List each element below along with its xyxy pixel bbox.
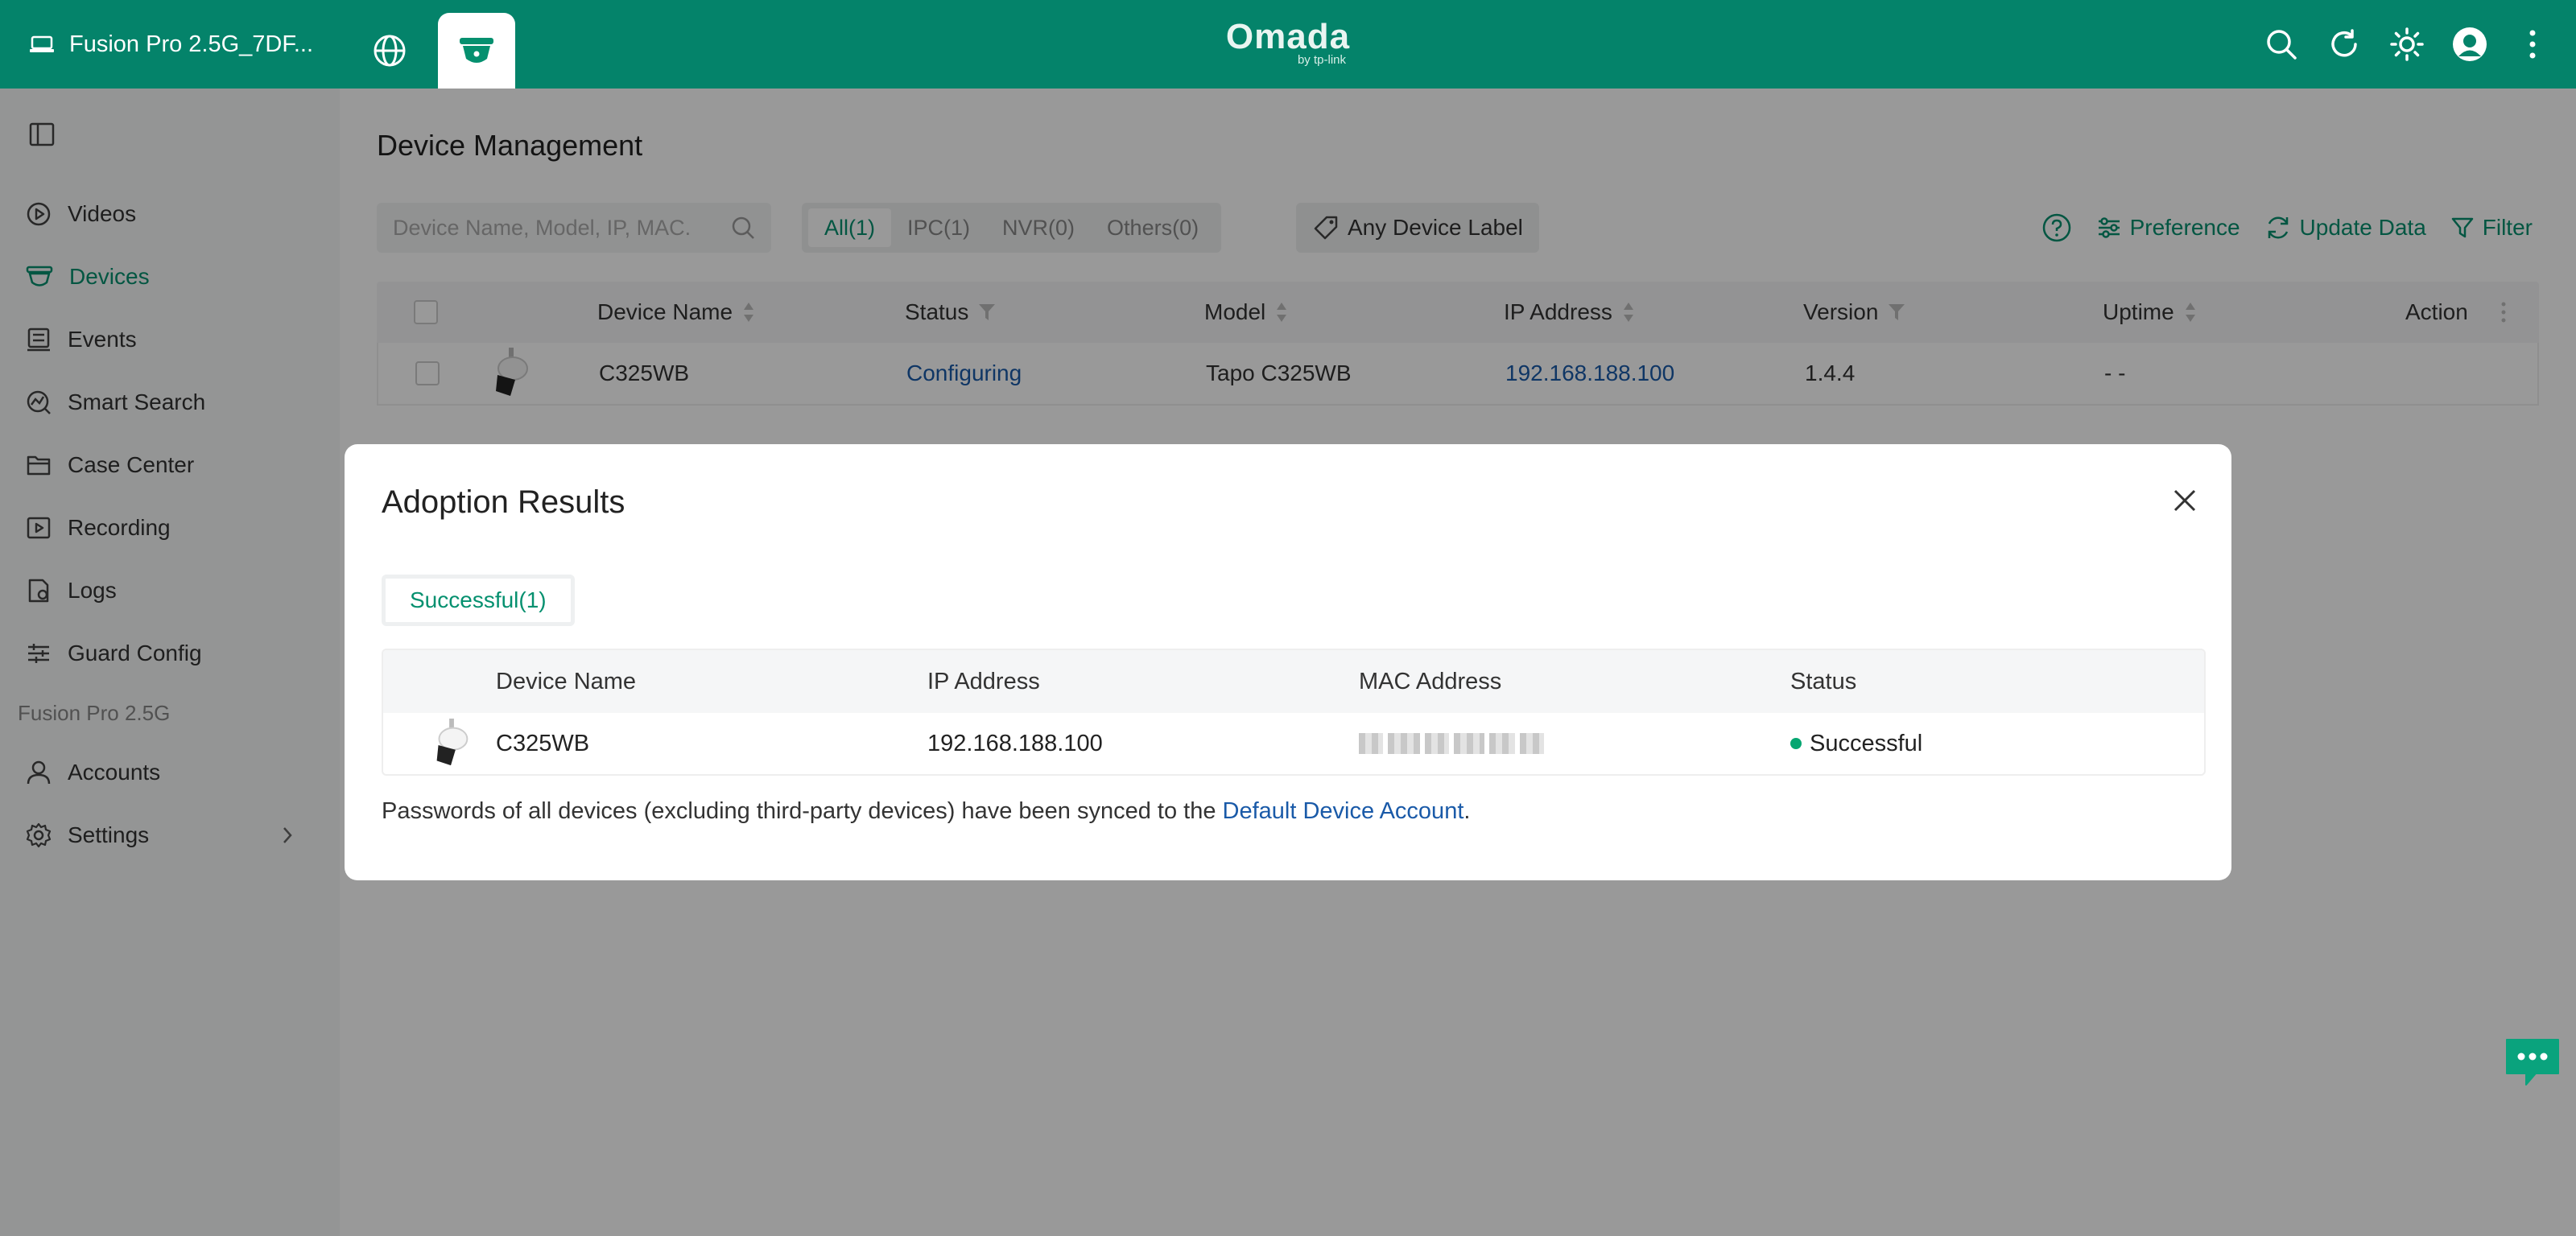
avatar-icon — [2453, 27, 2487, 61]
chat-support-button[interactable] — [2504, 1036, 2562, 1088]
search-icon — [2267, 30, 2297, 60]
logo-byline: by tp-link — [1297, 53, 1346, 67]
globe-icon — [374, 35, 406, 67]
more-menu-button[interactable] — [2515, 27, 2550, 62]
user-avatar[interactable] — [2452, 27, 2487, 62]
column-header: MAC Address — [1359, 668, 1502, 694]
tab-successful[interactable]: Successful(1) — [382, 575, 575, 626]
search-button[interactable] — [2264, 27, 2299, 62]
status-text: Successful — [1810, 730, 1923, 756]
camera-device-icon — [436, 719, 469, 766]
table-row: C325WB 192.168.188.100 Successful — [383, 713, 2204, 774]
top-bar: Fusion Pro 2.5G_7DF... Omada by tp-link — [0, 0, 2576, 89]
omada-logo: Omada by tp-link — [1224, 18, 1352, 69]
site-name: Fusion Pro 2.5G_7DF... — [69, 31, 314, 57]
device-thumbnail — [431, 713, 472, 774]
header-actions — [2264, 0, 2550, 89]
theme-toggle[interactable] — [2389, 27, 2425, 62]
theme-sun-icon — [2390, 27, 2424, 61]
result-ip-address: 192.168.188.100 — [927, 730, 1103, 756]
result-device-name: C325WB — [496, 730, 590, 756]
more-vertical-icon — [2529, 30, 2536, 59]
result-status: Successful — [1790, 713, 1922, 774]
tab-network[interactable] — [351, 13, 428, 89]
refresh-button[interactable] — [2326, 27, 2362, 62]
close-icon — [2174, 489, 2196, 512]
chat-bubble-icon — [2506, 1039, 2559, 1086]
adoption-results-table: Device Name IP Address MAC Address Statu… — [382, 649, 2206, 776]
results-table-header: Device Name IP Address MAC Address Statu… — [383, 650, 2204, 713]
site-switcher[interactable]: Fusion Pro 2.5G_7DF... — [0, 0, 338, 89]
dialog-title: Adoption Results — [382, 484, 625, 520]
tab-guard[interactable] — [438, 13, 515, 89]
default-device-account-link[interactable]: Default Device Account — [1223, 798, 1464, 824]
mac-address-redacted — [1359, 713, 1544, 774]
note-text: Passwords of all devices (excluding thir… — [382, 798, 1223, 824]
logo-brand: Omada — [1225, 17, 1351, 56]
refresh-icon — [2331, 29, 2357, 57]
close-button[interactable] — [2169, 484, 2201, 517]
status-dot — [1790, 738, 1802, 749]
column-header: IP Address — [927, 668, 1040, 694]
monitor-icon — [30, 35, 54, 52]
adoption-results-dialog: Adoption Results Successful(1) Device Na… — [345, 444, 2231, 880]
tab-label: Successful(1) — [410, 587, 547, 612]
sync-note: Passwords of all devices (excluding thir… — [382, 798, 1470, 825]
note-suffix: . — [1463, 798, 1471, 824]
column-header: Status — [1790, 668, 1857, 694]
column-header: Device Name — [496, 668, 637, 694]
guard-camera-icon — [460, 38, 493, 63]
